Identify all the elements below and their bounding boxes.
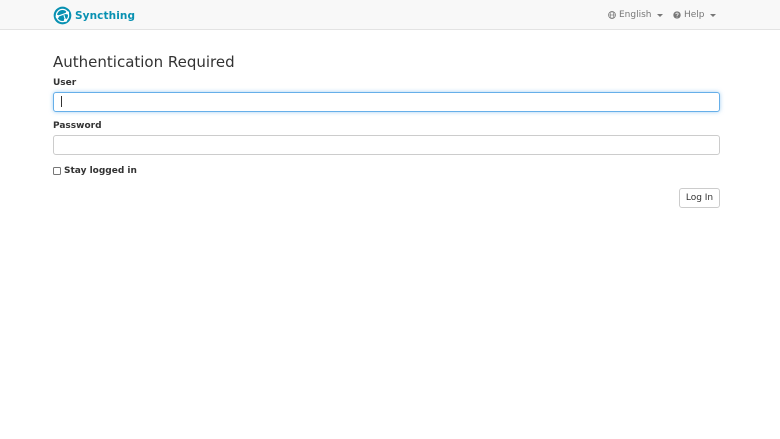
text-cursor <box>61 96 62 107</box>
stay-logged-in-checkbox[interactable] <box>53 166 61 175</box>
brand-name: Syncthing <box>75 9 136 22</box>
question-circle-icon <box>673 11 681 19</box>
language-label: English <box>619 10 652 20</box>
language-dropdown[interactable]: English <box>608 0 663 30</box>
user-label: User <box>53 78 77 88</box>
help-label: Help <box>684 10 705 20</box>
chevron-down-icon <box>656 13 663 17</box>
globe-icon <box>608 11 616 19</box>
chevron-down-icon <box>709 13 716 17</box>
user-input[interactable] <box>53 92 720 112</box>
login-button[interactable]: Log In <box>679 188 720 208</box>
password-label: Password <box>53 121 102 131</box>
stay-logged-in-label[interactable]: Stay logged in <box>64 166 137 176</box>
page-title: Authentication Required <box>53 53 235 71</box>
stay-logged-in-row: Stay logged in <box>53 164 137 177</box>
top-navbar: Syncthing English Help <box>0 0 780 30</box>
syncthing-logo-icon <box>53 6 72 25</box>
password-input[interactable] <box>53 135 720 155</box>
brand-link[interactable]: Syncthing <box>53 6 135 25</box>
help-dropdown[interactable]: Help <box>673 0 716 30</box>
